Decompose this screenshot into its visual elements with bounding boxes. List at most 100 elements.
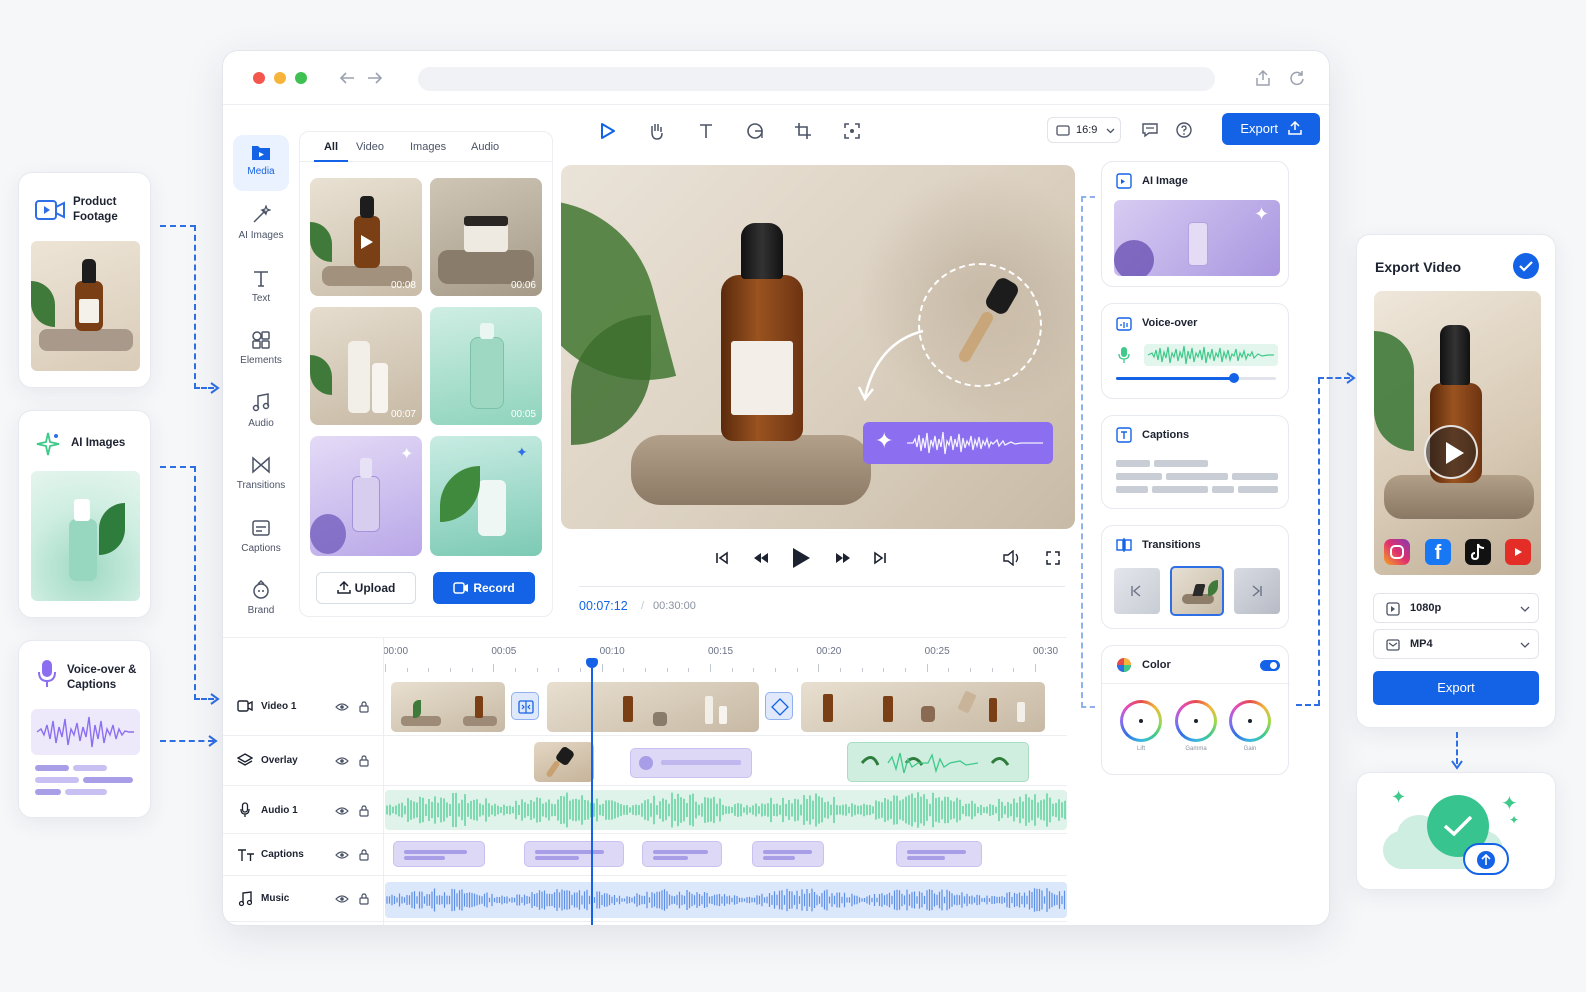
transition-option-selected[interactable] (1170, 566, 1224, 616)
audio-waveform[interactable] (385, 790, 1067, 830)
color-wheel-gain[interactable] (1229, 700, 1271, 742)
sidebar-item-captions[interactable]: Captions (233, 510, 289, 566)
media-thumb[interactable]: 00:07 (310, 307, 422, 425)
skip-start-icon[interactable] (715, 551, 729, 565)
color-wheel-gamma[interactable] (1175, 700, 1217, 742)
lock-icon[interactable] (359, 755, 369, 767)
video-clip[interactable] (391, 682, 505, 732)
lock-icon[interactable] (359, 805, 369, 817)
overlay-clip[interactable] (847, 742, 1029, 782)
voice-captions-card[interactable]: Voice-over & Captions (18, 640, 151, 818)
color-toggle[interactable] (1260, 660, 1280, 671)
fullscreen-icon[interactable] (1046, 551, 1060, 565)
video-preview[interactable]: ✦ (561, 165, 1075, 529)
text-tool-icon[interactable] (692, 117, 720, 145)
product-footage-card[interactable]: Product Footage (18, 172, 151, 388)
media-thumb[interactable]: ✦ (310, 436, 422, 556)
record-button[interactable]: Record (433, 572, 535, 604)
comment-icon[interactable] (1141, 121, 1159, 139)
crop-tool-icon[interactable] (789, 117, 817, 145)
close-dot[interactable] (253, 72, 265, 84)
sidebar-item-media[interactable]: Media (233, 135, 289, 191)
format-select[interactable]: MP4 (1373, 629, 1539, 659)
media-thumb[interactable]: 00:05 (430, 307, 542, 425)
media-thumb[interactable]: ✦ (430, 436, 542, 556)
lock-icon[interactable] (359, 893, 369, 905)
volume-slider[interactable] (1116, 373, 1276, 383)
rewind-icon[interactable] (753, 551, 769, 565)
caption-clip[interactable] (752, 841, 824, 867)
video-clip[interactable] (547, 682, 759, 732)
export-button[interactable]: Export (1222, 113, 1320, 145)
sidebar-item-ai-images[interactable]: AI Images (233, 197, 289, 253)
lock-icon[interactable] (359, 701, 369, 713)
sidebar-item-brand[interactable]: Brand (233, 572, 289, 628)
sidebar-item-transitions[interactable]: Transitions (233, 447, 289, 503)
sidebar-item-elements[interactable]: Elements (233, 322, 289, 378)
ai-image-card[interactable]: AI Image ✦ (1101, 161, 1289, 287)
music-waveform[interactable] (385, 882, 1067, 918)
play-icon[interactable] (360, 234, 374, 250)
facebook-icon[interactable]: f (1425, 539, 1451, 565)
transition-marker[interactable] (511, 692, 539, 720)
skip-end-icon[interactable] (873, 551, 887, 565)
eye-icon[interactable] (335, 806, 349, 816)
select-tool-icon[interactable] (593, 117, 621, 145)
eye-icon[interactable] (335, 702, 349, 712)
instagram-icon[interactable] (1384, 539, 1410, 565)
voice-ai-badge[interactable]: ✦ (863, 422, 1053, 464)
shape-tool-icon[interactable] (741, 117, 769, 145)
back-arrow-icon[interactable] (339, 71, 355, 85)
transitions-card[interactable]: Transitions (1101, 525, 1289, 629)
hand-tool-icon[interactable] (643, 117, 671, 145)
sidebar-item-text[interactable]: Text (233, 260, 289, 316)
caption-clip[interactable] (393, 841, 485, 867)
play-icon[interactable] (791, 547, 811, 569)
share-icon[interactable] (1255, 70, 1271, 86)
transition-marker[interactable] (765, 692, 793, 720)
volume-knob[interactable] (1229, 373, 1240, 383)
refresh-icon[interactable] (1289, 70, 1305, 86)
export-final-button[interactable]: Export (1373, 671, 1539, 705)
voice-over-card[interactable]: Voice-over (1101, 303, 1289, 399)
video-clip[interactable] (801, 682, 1045, 732)
tiktok-icon[interactable] (1465, 539, 1491, 565)
color-card[interactable]: Color Lift Gamma Gain (1101, 645, 1290, 775)
overlay-clip[interactable] (534, 742, 594, 782)
focus-tool-icon[interactable] (838, 117, 866, 145)
eye-icon[interactable] (335, 850, 349, 860)
upload-button[interactable]: Upload (316, 572, 416, 604)
caption-clip[interactable] (642, 841, 722, 867)
captions-card[interactable]: Captions (1101, 415, 1289, 509)
playhead[interactable] (586, 658, 598, 925)
tab-all[interactable]: All (314, 132, 348, 162)
tab-video[interactable]: Video (356, 132, 384, 162)
youtube-icon[interactable] (1505, 539, 1531, 565)
overlay-clip[interactable] (630, 748, 752, 778)
forward-arrow-icon[interactable] (367, 71, 383, 85)
maximize-dot[interactable] (295, 72, 307, 84)
ai-images-card[interactable]: AI Images (18, 410, 151, 618)
sidebar-item-audio[interactable]: Audio (233, 385, 289, 441)
progress-track[interactable] (579, 586, 1065, 587)
lock-icon[interactable] (359, 849, 369, 861)
aspect-ratio-select[interactable]: 16:9 (1047, 117, 1121, 143)
transition-option[interactable] (1234, 568, 1280, 614)
caption-clip[interactable] (896, 841, 982, 867)
tab-images[interactable]: Images (410, 132, 446, 162)
volume-icon[interactable] (1003, 550, 1021, 566)
eye-icon[interactable] (335, 756, 349, 766)
tab-audio[interactable]: Audio (471, 132, 499, 162)
eye-icon[interactable] (335, 894, 349, 904)
fast-forward-icon[interactable] (835, 551, 851, 565)
media-thumb[interactable]: 00:06 (430, 178, 542, 296)
export-preview[interactable]: f (1374, 291, 1541, 575)
resolution-select[interactable]: 1080p (1373, 593, 1539, 623)
caption-clip[interactable] (524, 841, 624, 867)
media-thumb[interactable]: 00:08 (310, 178, 422, 296)
help-icon[interactable] (1175, 121, 1193, 139)
color-wheel-lift[interactable] (1120, 700, 1162, 742)
url-bar[interactable] (418, 67, 1215, 91)
minimize-dot[interactable] (274, 72, 286, 84)
transition-option[interactable] (1114, 568, 1160, 614)
